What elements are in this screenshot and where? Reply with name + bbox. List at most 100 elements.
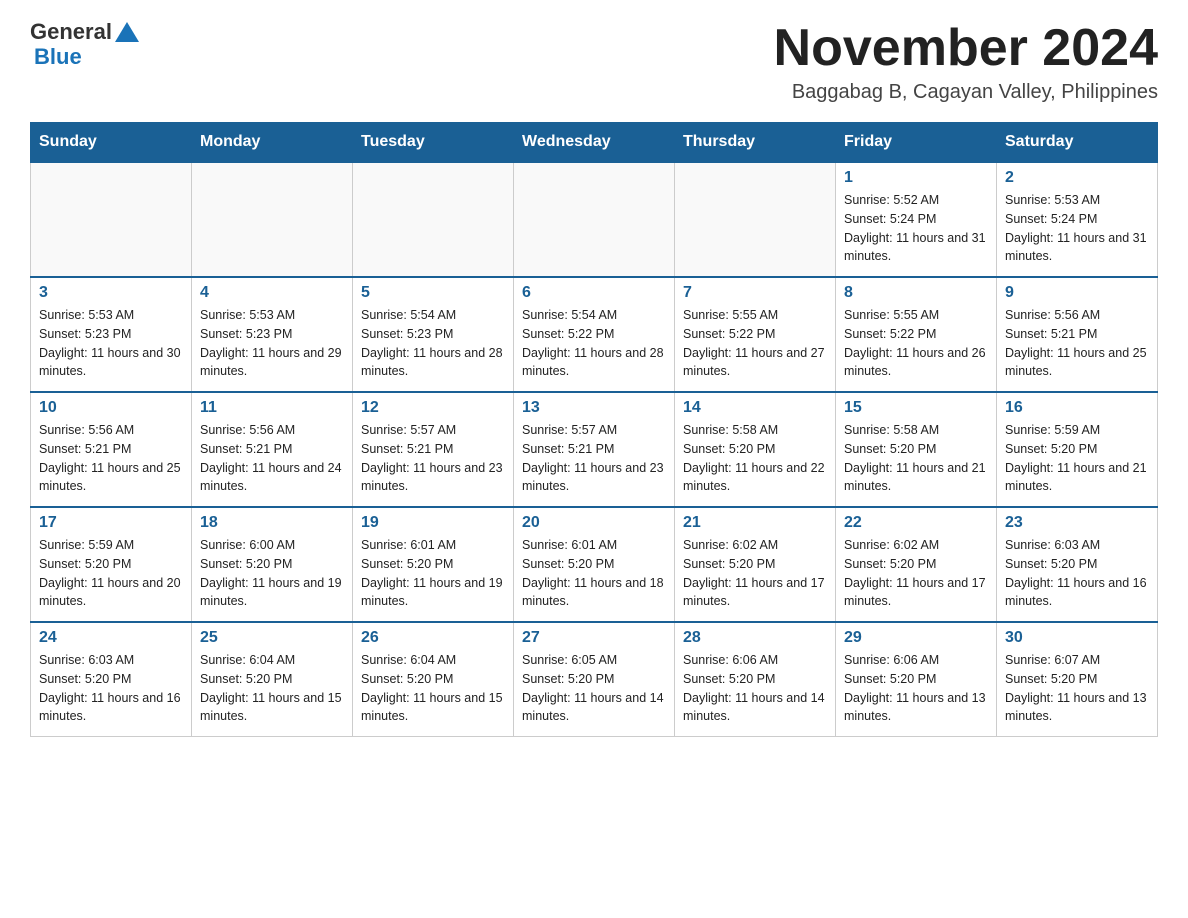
day-number: 7 bbox=[683, 284, 827, 302]
day-number: 26 bbox=[361, 629, 505, 647]
calendar-cell: 21 Sunrise: 6:02 AM Sunset: 5:20 PM Dayli… bbox=[675, 507, 836, 622]
day-number: 28 bbox=[683, 629, 827, 647]
day-info: Sunrise: 6:06 AM Sunset: 5:20 PM Dayligh… bbox=[844, 651, 988, 726]
column-header-thursday: Thursday bbox=[675, 123, 836, 163]
day-info: Sunrise: 6:03 AM Sunset: 5:20 PM Dayligh… bbox=[1005, 536, 1149, 611]
day-number: 30 bbox=[1005, 629, 1149, 647]
calendar-cell: 10Sunrise: 5:56 AM Sunset: 5:21 PM Dayli… bbox=[31, 392, 192, 507]
calendar-cell: 17Sunrise: 5:59 AM Sunset: 5:20 PM Dayli… bbox=[31, 507, 192, 622]
day-info: Sunrise: 6:01 AM Sunset: 5:20 PM Dayligh… bbox=[361, 536, 505, 611]
calendar-cell: 15 Sunrise: 5:58 AM Sunset: 5:20 PM Dayli… bbox=[836, 392, 997, 507]
calendar-cell: 7 Sunrise: 5:55 AM Sunset: 5:22 PM Daylig… bbox=[675, 277, 836, 392]
calendar-cell: 24 Sunrise: 6:03 AM Sunset: 5:20 PM Dayli… bbox=[31, 622, 192, 737]
day-number: 8 bbox=[844, 284, 988, 302]
day-info: Sunrise: 6:05 AM Sunset: 5:20 PM Dayligh… bbox=[522, 651, 666, 726]
day-info: Sunrise: 5:53 AM Sunset: 5:23 PM Dayligh… bbox=[39, 306, 183, 381]
calendar-header-row: SundayMondayTuesdayWednesdayThursdayFrid… bbox=[31, 123, 1158, 163]
calendar-cell bbox=[675, 162, 836, 277]
week-row-1: 1 Sunrise: 5:52 AM Sunset: 5:24 PM Daylig… bbox=[31, 162, 1158, 277]
day-info: Sunrise: 5:59 AM Sunset: 5:20 PM Dayligh… bbox=[1005, 421, 1149, 496]
calendar-cell: 25 Sunrise: 6:04 AM Sunset: 5:20 PM Dayli… bbox=[192, 622, 353, 737]
day-number: 19 bbox=[361, 514, 505, 532]
day-number: 25 bbox=[200, 629, 344, 647]
day-info: Sunrise: 5:55 AM Sunset: 5:22 PM Dayligh… bbox=[683, 306, 827, 381]
week-row-2: 3 Sunrise: 5:53 AM Sunset: 5:23 PM Daylig… bbox=[31, 277, 1158, 392]
day-number: 21 bbox=[683, 514, 827, 532]
day-info: Sunrise: 5:54 AM Sunset: 5:22 PM Dayligh… bbox=[522, 306, 666, 381]
calendar-cell: 23 Sunrise: 6:03 AM Sunset: 5:20 PM Dayli… bbox=[997, 507, 1158, 622]
day-info: Sunrise: 6:00 AM Sunset: 5:20 PM Dayligh… bbox=[200, 536, 344, 611]
day-info: Sunrise: 6:04 AM Sunset: 5:20 PM Dayligh… bbox=[200, 651, 344, 726]
day-number: 12 bbox=[361, 399, 505, 417]
week-row-5: 24 Sunrise: 6:03 AM Sunset: 5:20 PM Dayli… bbox=[31, 622, 1158, 737]
day-number: 27 bbox=[522, 629, 666, 647]
column-header-tuesday: Tuesday bbox=[353, 123, 514, 163]
calendar-cell bbox=[353, 162, 514, 277]
calendar-cell: 9 Sunrise: 5:56 AM Sunset: 5:21 PM Daylig… bbox=[997, 277, 1158, 392]
calendar-cell: 30 Sunrise: 6:07 AM Sunset: 5:20 PM Dayli… bbox=[997, 622, 1158, 737]
week-row-3: 10Sunrise: 5:56 AM Sunset: 5:21 PM Dayli… bbox=[31, 392, 1158, 507]
day-number: 4 bbox=[200, 284, 344, 302]
day-number: 5 bbox=[361, 284, 505, 302]
day-info: Sunrise: 5:54 AM Sunset: 5:23 PM Dayligh… bbox=[361, 306, 505, 381]
day-info: Sunrise: 6:06 AM Sunset: 5:20 PM Dayligh… bbox=[683, 651, 827, 726]
day-number: 3 bbox=[39, 284, 183, 302]
week-row-4: 17Sunrise: 5:59 AM Sunset: 5:20 PM Dayli… bbox=[31, 507, 1158, 622]
calendar-cell: 16Sunrise: 5:59 AM Sunset: 5:20 PM Dayli… bbox=[997, 392, 1158, 507]
day-number: 15 bbox=[844, 399, 988, 417]
calendar-table: SundayMondayTuesdayWednesdayThursdayFrid… bbox=[30, 122, 1158, 737]
day-info: Sunrise: 6:02 AM Sunset: 5:20 PM Dayligh… bbox=[683, 536, 827, 611]
calendar-cell: 4Sunrise: 5:53 AM Sunset: 5:23 PM Daylig… bbox=[192, 277, 353, 392]
day-number: 20 bbox=[522, 514, 666, 532]
column-header-wednesday: Wednesday bbox=[514, 123, 675, 163]
column-header-sunday: Sunday bbox=[31, 123, 192, 163]
day-number: 9 bbox=[1005, 284, 1149, 302]
calendar-cell: 20Sunrise: 6:01 AM Sunset: 5:20 PM Dayli… bbox=[514, 507, 675, 622]
calendar-cell: 14Sunrise: 5:58 AM Sunset: 5:20 PM Dayli… bbox=[675, 392, 836, 507]
day-info: Sunrise: 6:02 AM Sunset: 5:20 PM Dayligh… bbox=[844, 536, 988, 611]
logo-blue-text: Blue bbox=[34, 44, 82, 69]
day-info: Sunrise: 6:04 AM Sunset: 5:20 PM Dayligh… bbox=[361, 651, 505, 726]
day-number: 14 bbox=[683, 399, 827, 417]
day-number: 22 bbox=[844, 514, 988, 532]
calendar-cell: 18 Sunrise: 6:00 AM Sunset: 5:20 PM Dayli… bbox=[192, 507, 353, 622]
calendar-cell bbox=[192, 162, 353, 277]
page-header: General Blue November 2024 Baggabag B, C… bbox=[30, 20, 1158, 104]
column-header-friday: Friday bbox=[836, 123, 997, 163]
day-info: Sunrise: 5:58 AM Sunset: 5:20 PM Dayligh… bbox=[844, 421, 988, 496]
calendar-cell: 26 Sunrise: 6:04 AM Sunset: 5:20 PM Dayli… bbox=[353, 622, 514, 737]
calendar-cell: 1 Sunrise: 5:52 AM Sunset: 5:24 PM Daylig… bbox=[836, 162, 997, 277]
column-header-saturday: Saturday bbox=[997, 123, 1158, 163]
calendar-cell: 12 Sunrise: 5:57 AM Sunset: 5:21 PM Dayli… bbox=[353, 392, 514, 507]
calendar-cell: 28 Sunrise: 6:06 AM Sunset: 5:20 PM Dayli… bbox=[675, 622, 836, 737]
calendar-cell: 3 Sunrise: 5:53 AM Sunset: 5:23 PM Daylig… bbox=[31, 277, 192, 392]
month-title: November 2024 bbox=[774, 20, 1158, 77]
calendar-cell: 29 Sunrise: 6:06 AM Sunset: 5:20 PM Dayli… bbox=[836, 622, 997, 737]
calendar-cell: 13 Sunrise: 5:57 AM Sunset: 5:21 PM Dayli… bbox=[514, 392, 675, 507]
calendar-cell: 22 Sunrise: 6:02 AM Sunset: 5:20 PM Dayli… bbox=[836, 507, 997, 622]
day-number: 29 bbox=[844, 629, 988, 647]
calendar-cell: 19 Sunrise: 6:01 AM Sunset: 5:20 PM Dayli… bbox=[353, 507, 514, 622]
day-number: 18 bbox=[200, 514, 344, 532]
day-number: 23 bbox=[1005, 514, 1149, 532]
day-number: 10 bbox=[39, 399, 183, 417]
calendar-cell: 8 Sunrise: 5:55 AM Sunset: 5:22 PM Daylig… bbox=[836, 277, 997, 392]
calendar-cell: 27 Sunrise: 6:05 AM Sunset: 5:20 PM Dayli… bbox=[514, 622, 675, 737]
day-number: 17 bbox=[39, 514, 183, 532]
day-info: Sunrise: 5:57 AM Sunset: 5:21 PM Dayligh… bbox=[522, 421, 666, 496]
column-header-monday: Monday bbox=[192, 123, 353, 163]
day-info: Sunrise: 5:56 AM Sunset: 5:21 PM Dayligh… bbox=[1005, 306, 1149, 381]
location-subtitle: Baggabag B, Cagayan Valley, Philippines bbox=[774, 81, 1158, 104]
logo: General Blue bbox=[30, 20, 142, 70]
calendar-cell: 11Sunrise: 5:56 AM Sunset: 5:21 PM Dayli… bbox=[192, 392, 353, 507]
day-number: 13 bbox=[522, 399, 666, 417]
day-info: Sunrise: 5:55 AM Sunset: 5:22 PM Dayligh… bbox=[844, 306, 988, 381]
day-number: 24 bbox=[39, 629, 183, 647]
calendar-cell: 6Sunrise: 5:54 AM Sunset: 5:22 PM Daylig… bbox=[514, 277, 675, 392]
day-info: Sunrise: 6:07 AM Sunset: 5:20 PM Dayligh… bbox=[1005, 651, 1149, 726]
day-info: Sunrise: 5:57 AM Sunset: 5:21 PM Dayligh… bbox=[361, 421, 505, 496]
day-info: Sunrise: 6:03 AM Sunset: 5:20 PM Dayligh… bbox=[39, 651, 183, 726]
day-number: 1 bbox=[844, 169, 988, 187]
calendar-cell: 5 Sunrise: 5:54 AM Sunset: 5:23 PM Daylig… bbox=[353, 277, 514, 392]
day-info: Sunrise: 5:52 AM Sunset: 5:24 PM Dayligh… bbox=[844, 191, 988, 266]
